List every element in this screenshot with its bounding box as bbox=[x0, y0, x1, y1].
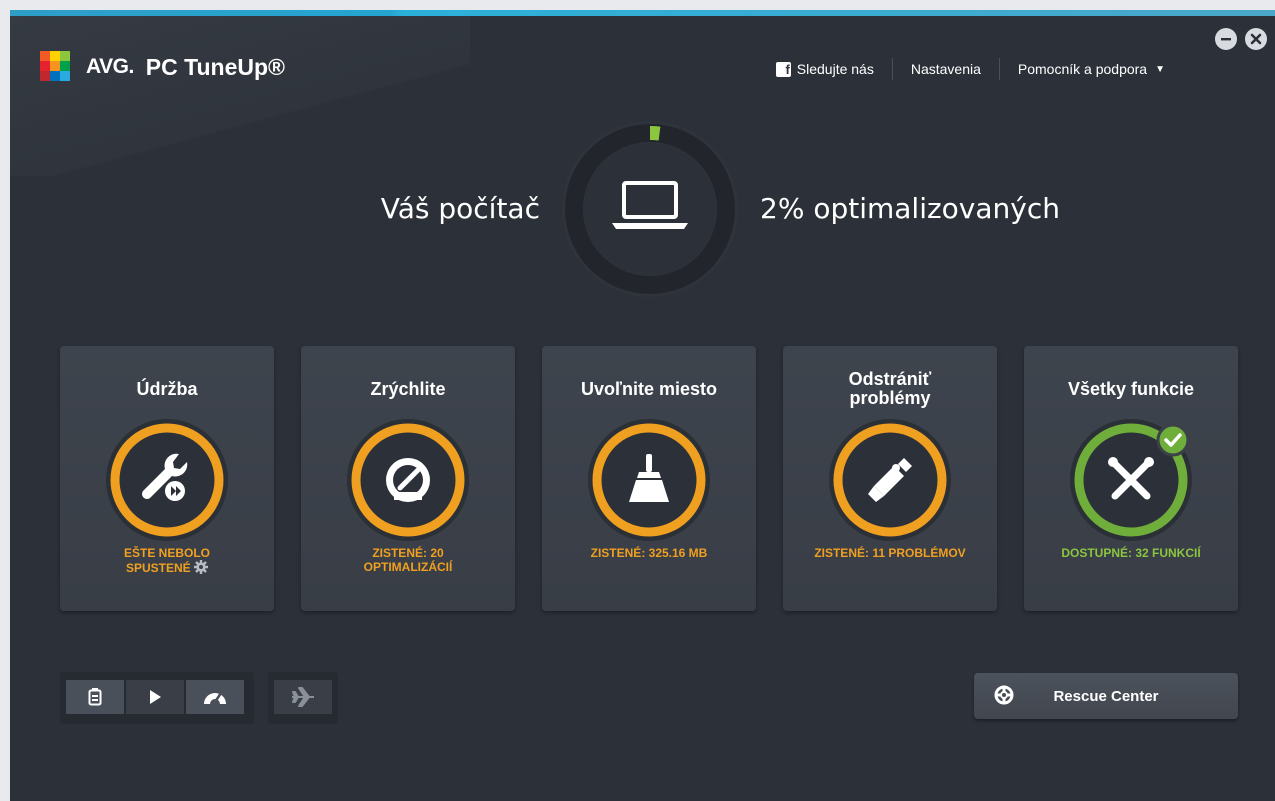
brand-name: AVG. bbox=[86, 55, 134, 78]
mode-switcher bbox=[60, 672, 254, 724]
optimization-gauge[interactable] bbox=[562, 121, 738, 297]
minimize-icon bbox=[1221, 38, 1231, 41]
battery-icon bbox=[88, 688, 102, 706]
top-navigation: f Sledujte nás Nastavenia Pomocník a pod… bbox=[758, 58, 1183, 80]
facebook-icon: f bbox=[775, 61, 791, 77]
tile-status: ZISTENÉ: 20 OPTIMALIZÁCIÍ bbox=[363, 546, 453, 574]
airplane-icon bbox=[292, 687, 314, 707]
airplane-mode-button[interactable] bbox=[274, 680, 332, 714]
check-icon bbox=[1156, 423, 1190, 457]
all-functions-ring bbox=[1070, 419, 1192, 541]
help-support-label: Pomocník a podpora bbox=[1017, 61, 1148, 77]
turbo-mode-button[interactable] bbox=[186, 680, 244, 714]
speed-up-ring bbox=[347, 419, 469, 541]
rescue-center-button[interactable]: Rescue Center bbox=[974, 673, 1238, 719]
tile-free-space[interactable]: Uvoľnite miesto ZISTENÉ: 325.16 MB bbox=[542, 346, 756, 611]
airplane-mode-group bbox=[268, 672, 338, 724]
window-controls bbox=[1215, 28, 1267, 50]
tile-title: Zrýchlite bbox=[370, 378, 446, 399]
maintenance-ring bbox=[106, 419, 228, 541]
settings-label: Nastavenia bbox=[910, 61, 981, 77]
play-icon bbox=[150, 690, 161, 704]
tile-title: Uvoľnite miesto bbox=[581, 378, 717, 399]
tile-all-functions[interactable]: Všetky funkcie DOSTUPNÉ: 32 FUNKCIÍ bbox=[1024, 346, 1238, 611]
fix-problems-ring bbox=[829, 419, 951, 541]
tile-fix-problems[interactable]: Odstrániť problémy ZISTENÉ: 11 PROBLÉMOV bbox=[783, 346, 997, 611]
tile-status: ZISTENÉ: 11 PROBLÉMOV bbox=[814, 546, 966, 560]
settings-link[interactable]: Nastavenia bbox=[893, 59, 999, 79]
standard-mode-button[interactable] bbox=[126, 680, 184, 714]
tile-status: DOSTUPNÉ: 32 FUNKCIÍ bbox=[1061, 546, 1201, 560]
close-icon bbox=[1250, 33, 1262, 45]
follow-us-label: Sledujte nás bbox=[796, 61, 874, 77]
tile-title: Všetky funkcie bbox=[1067, 378, 1195, 399]
minimize-button[interactable] bbox=[1215, 28, 1237, 50]
hero-computer-label: Váš počítač bbox=[380, 192, 540, 225]
rescue-center-label: Rescue Center bbox=[1053, 688, 1159, 705]
caret-down-icon: ▼ bbox=[1155, 63, 1165, 75]
tile-title: Odstrániť problémy bbox=[848, 369, 932, 408]
tile-speed-up[interactable]: Zrýchlite ZISTENÉ: 20 OPTIMALIZÁCIÍ bbox=[301, 346, 515, 611]
product-name: PC TuneUp® bbox=[145, 53, 285, 80]
follow-us-link[interactable]: f Sledujte nás bbox=[758, 59, 892, 79]
hero-optimized-label: 2% optimalizovaných bbox=[760, 192, 1060, 225]
close-button[interactable] bbox=[1245, 28, 1267, 50]
economy-mode-button[interactable] bbox=[66, 680, 124, 714]
speedometer-icon bbox=[386, 458, 430, 502]
tile-title: Údržba bbox=[136, 378, 198, 399]
app-window: AVG. PC TuneUp® f Sledujte nás Nastaveni… bbox=[10, 10, 1275, 801]
avg-logo-icon bbox=[40, 51, 80, 83]
background-shape bbox=[10, 16, 470, 176]
tile-maintenance[interactable]: Údržba EŠTE NEBOLO SPUSTENÉ bbox=[60, 346, 274, 611]
tile-status: EŠTE NEBOLO SPUSTENÉ bbox=[123, 546, 210, 575]
help-support-menu[interactable]: Pomocník a podpora ▼ bbox=[1000, 59, 1183, 79]
tile-status: ZISTENÉ: 325.16 MB bbox=[590, 546, 708, 560]
free-space-ring bbox=[588, 419, 710, 541]
gear-icon[interactable] bbox=[194, 560, 209, 574]
app-logo: AVG. PC TuneUp® bbox=[40, 50, 285, 84]
turbo-gauge-icon bbox=[204, 691, 226, 704]
